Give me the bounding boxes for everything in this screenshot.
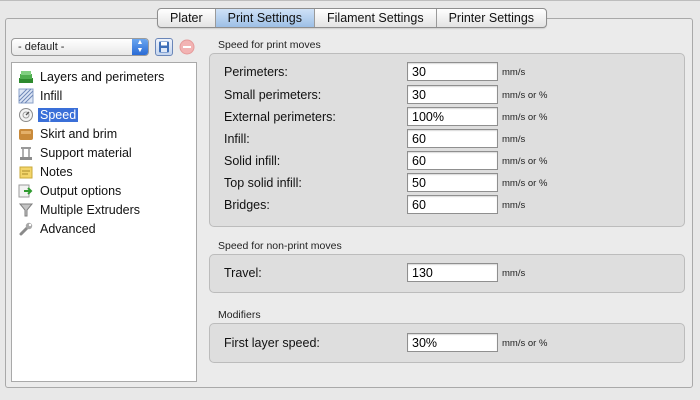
field-unit: mm/s bbox=[502, 134, 526, 145]
output-icon bbox=[18, 183, 34, 199]
sidebar-item-layers-and-perimeters[interactable]: Layers and perimeters bbox=[18, 68, 166, 86]
field-unit: mm/s bbox=[502, 268, 526, 279]
window-top-edge bbox=[0, 0, 700, 1]
perimeters-speed-input[interactable] bbox=[407, 62, 498, 81]
select-arrows-icon: ▲ ▼ bbox=[132, 39, 148, 55]
group-title-non-print-moves: Speed for non-print moves bbox=[218, 240, 342, 252]
save-preset-button[interactable] bbox=[155, 38, 173, 56]
sidebar-item-label: Multiple Extruders bbox=[40, 203, 141, 217]
solid-infill-speed-input[interactable] bbox=[407, 151, 498, 170]
delete-icon bbox=[179, 39, 195, 55]
sidebar-item-skirt-and-brim[interactable]: Skirt and brim bbox=[18, 125, 119, 143]
tab-filament-settings[interactable]: Filament Settings bbox=[315, 9, 437, 27]
tab-print-settings[interactable]: Print Settings bbox=[215, 9, 315, 27]
external-perimeters-speed-input[interactable] bbox=[407, 107, 498, 126]
wrench-icon bbox=[18, 221, 34, 237]
sidebar-item-label: Notes bbox=[40, 165, 73, 179]
notes-icon bbox=[18, 164, 34, 180]
settings-page-list: Layers and perimeters Infill Speed Skirt… bbox=[11, 62, 197, 382]
preset-select-value: - default - bbox=[18, 41, 65, 53]
extruder-icon bbox=[18, 202, 34, 218]
field-unit: mm/s bbox=[502, 67, 526, 78]
group-title-print-moves: Speed for print moves bbox=[218, 39, 321, 51]
bridges-speed-input[interactable] bbox=[407, 195, 498, 214]
support-icon bbox=[18, 145, 34, 161]
top-solid-infill-speed-input[interactable] bbox=[407, 173, 498, 192]
sidebar-item-support-material[interactable]: Support material bbox=[18, 144, 134, 162]
field-label-first-layer-speed: First layer speed: bbox=[224, 336, 320, 350]
field-unit: mm/s or % bbox=[502, 338, 548, 349]
field-unit: mm/s or % bbox=[502, 112, 548, 123]
floppy-disk-icon bbox=[159, 41, 169, 53]
field-label-bridges: Bridges: bbox=[224, 198, 270, 212]
sidebar-item-notes[interactable]: Notes bbox=[18, 163, 75, 181]
field-label-external-perimeters: External perimeters: bbox=[224, 110, 336, 124]
tab-plater[interactable]: Plater bbox=[158, 9, 216, 27]
small-perimeters-speed-input[interactable] bbox=[407, 85, 498, 104]
group-title-modifiers: Modifiers bbox=[218, 309, 261, 321]
skirt-icon bbox=[18, 126, 34, 142]
tab-printer-settings[interactable]: Printer Settings bbox=[437, 9, 546, 27]
sidebar-item-speed[interactable]: Speed bbox=[18, 106, 79, 124]
field-label-infill: Infill: bbox=[224, 132, 250, 146]
field-label-solid-infill: Solid infill: bbox=[224, 154, 281, 168]
field-unit: mm/s or % bbox=[502, 156, 548, 167]
preset-select[interactable]: - default - ▲ ▼ bbox=[11, 38, 149, 56]
field-unit: mm/s or % bbox=[502, 90, 548, 101]
sidebar-item-advanced[interactable]: Advanced bbox=[18, 220, 98, 238]
travel-speed-input[interactable] bbox=[407, 263, 498, 282]
field-unit: mm/s bbox=[502, 200, 526, 211]
field-label-top-solid-infill: Top solid infill: bbox=[224, 176, 302, 190]
sidebar-item-multiple-extruders[interactable]: Multiple Extruders bbox=[18, 201, 142, 219]
delete-preset-button[interactable] bbox=[178, 38, 196, 56]
sidebar-item-label: Advanced bbox=[40, 222, 96, 236]
infill-speed-input[interactable] bbox=[407, 129, 498, 148]
infill-icon bbox=[18, 88, 34, 104]
speed-icon bbox=[18, 107, 34, 123]
field-label-travel: Travel: bbox=[224, 266, 262, 280]
sidebar-item-label: Infill bbox=[40, 89, 63, 103]
sidebar-item-label: Layers and perimeters bbox=[40, 70, 165, 84]
sidebar-item-label: Support material bbox=[40, 146, 132, 160]
first-layer-speed-input[interactable] bbox=[407, 333, 498, 352]
field-unit: mm/s or % bbox=[502, 178, 548, 189]
sidebar-item-label: Speed bbox=[38, 108, 79, 122]
sidebar-item-infill[interactable]: Infill bbox=[18, 87, 64, 105]
field-label-small-perimeters: Small perimeters: bbox=[224, 88, 322, 102]
main-tabs: Plater Print Settings Filament Settings … bbox=[157, 8, 548, 28]
field-label-perimeters: Perimeters: bbox=[224, 65, 288, 79]
sidebar-item-label: Skirt and brim bbox=[40, 127, 118, 141]
layers-icon bbox=[18, 69, 34, 85]
sidebar-item-label: Output options bbox=[40, 184, 122, 198]
sidebar-item-output-options[interactable]: Output options bbox=[18, 182, 123, 200]
